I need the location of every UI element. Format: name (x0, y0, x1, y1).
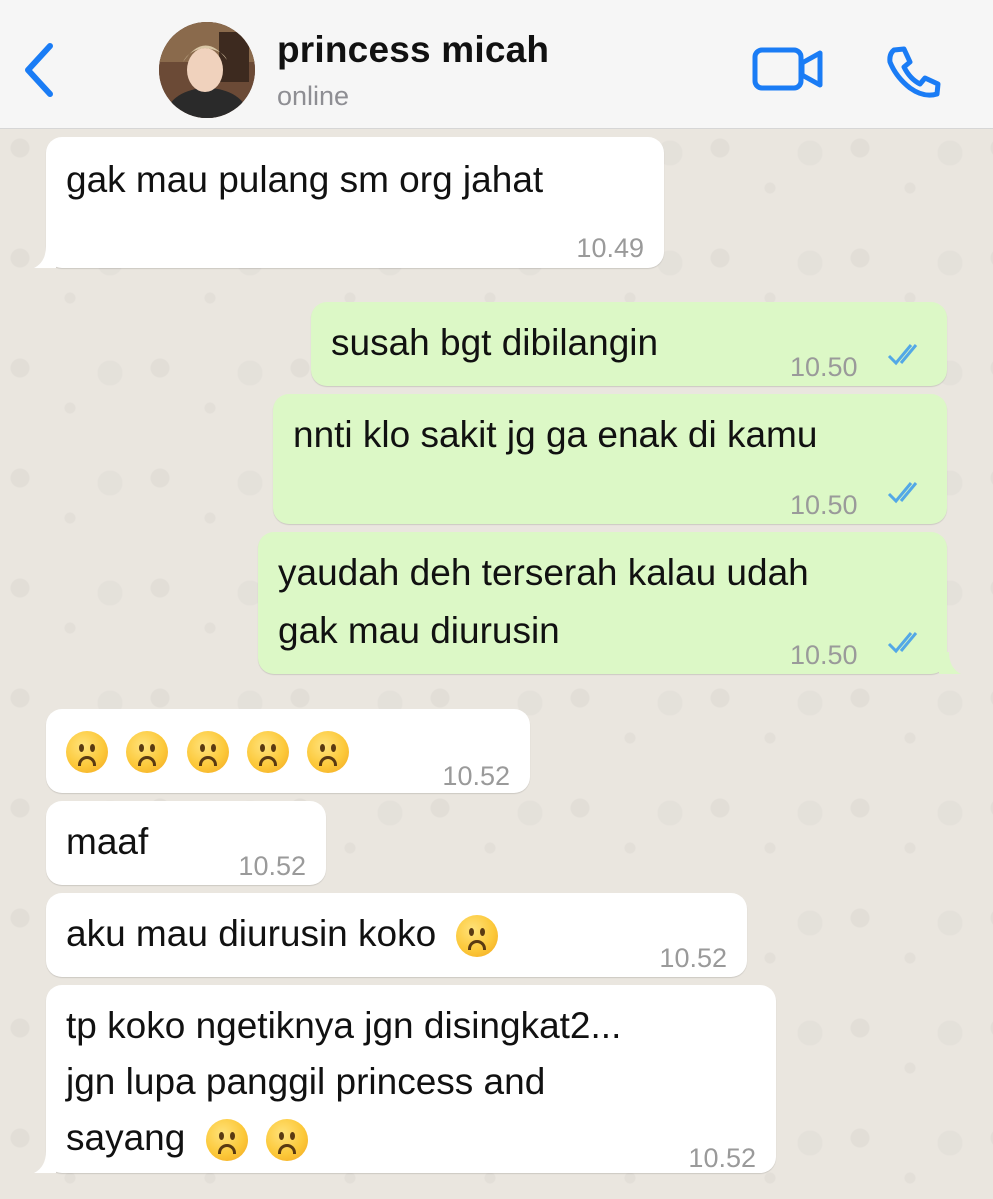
frowning-face-icon (186, 731, 229, 774)
message-outgoing[interactable]: susah bgt dibilangin 10.50 (311, 302, 947, 386)
contact-name[interactable]: princess micah (277, 29, 549, 71)
back-button[interactable] (20, 40, 60, 100)
message-time: 10.52 (442, 761, 510, 791)
message-time: 10.49 (576, 233, 644, 263)
message-text: susah bgt dibilangin (331, 322, 659, 363)
back-chevron-icon (25, 43, 53, 97)
message-outgoing[interactable]: nnti klo sakit jg ga enak di kamu 10.50 (273, 394, 947, 524)
message-text-line: jgn lupa panggil princess and (66, 1061, 546, 1102)
chat-header: princess micah online (0, 0, 993, 129)
message-text: nnti klo sakit jg ga enak di kamu (293, 414, 818, 455)
double-check-icon (887, 344, 918, 366)
message-time: 10.52 (688, 1143, 756, 1173)
frowning-face-icon (265, 1119, 308, 1162)
message-time: 10.50 (790, 352, 858, 382)
message-text: gak mau pulang sm org jahat (66, 159, 544, 200)
frowning-face-icon (205, 1119, 248, 1162)
message-incoming[interactable]: aku mau diurusin koko 10.52 (46, 893, 747, 977)
double-check-icon (887, 482, 918, 504)
message-text-line: tp koko ngetiknya jgn disingkat2... (66, 1005, 622, 1046)
message-text-line-with-emoji: sayang (66, 1109, 316, 1167)
message-incoming[interactable]: tp koko ngetiknya jgn disingkat2... jgn … (34, 985, 776, 1173)
message-time: 10.52 (659, 943, 727, 973)
video-call-button[interactable] (752, 45, 824, 93)
frowning-face-icon (456, 915, 499, 958)
message-time: 10.52 (238, 851, 306, 881)
message-outgoing[interactable]: yaudah deh terserah kalau udah gak mau d… (258, 532, 961, 674)
message-text-content: aku mau diurusin koko (66, 913, 437, 954)
emoji-row (66, 721, 357, 779)
contact-status: online (277, 81, 350, 111)
frowning-face-icon (126, 731, 169, 774)
message-text: aku mau diurusin koko (66, 905, 506, 963)
message-incoming[interactable]: maaf 10.52 (46, 801, 326, 885)
contact-avatar[interactable] (159, 22, 255, 118)
message-text-line: yaudah deh terserah kalau udah (278, 552, 809, 593)
frowning-face-icon (66, 731, 108, 774)
bubble-tail (34, 246, 56, 268)
video-call-icon (752, 47, 823, 91)
frowning-face-icon (246, 731, 289, 774)
message-time: 10.50 (790, 490, 858, 520)
double-check-icon (887, 632, 918, 654)
message-text-line: gak mau diurusin (278, 610, 560, 651)
voice-call-button[interactable] (884, 44, 942, 98)
bubble-tail (34, 1151, 56, 1173)
message-text: maaf (66, 821, 149, 862)
message-incoming[interactable]: gak mau pulang sm org jahat 10.49 (34, 137, 664, 268)
message-time: 10.50 (790, 640, 858, 670)
frowning-face-icon (307, 731, 350, 774)
message-incoming[interactable]: 10.52 (46, 709, 530, 793)
bubble-tail (939, 652, 961, 674)
message-text-content: sayang (66, 1117, 186, 1158)
phone-icon (887, 46, 941, 98)
